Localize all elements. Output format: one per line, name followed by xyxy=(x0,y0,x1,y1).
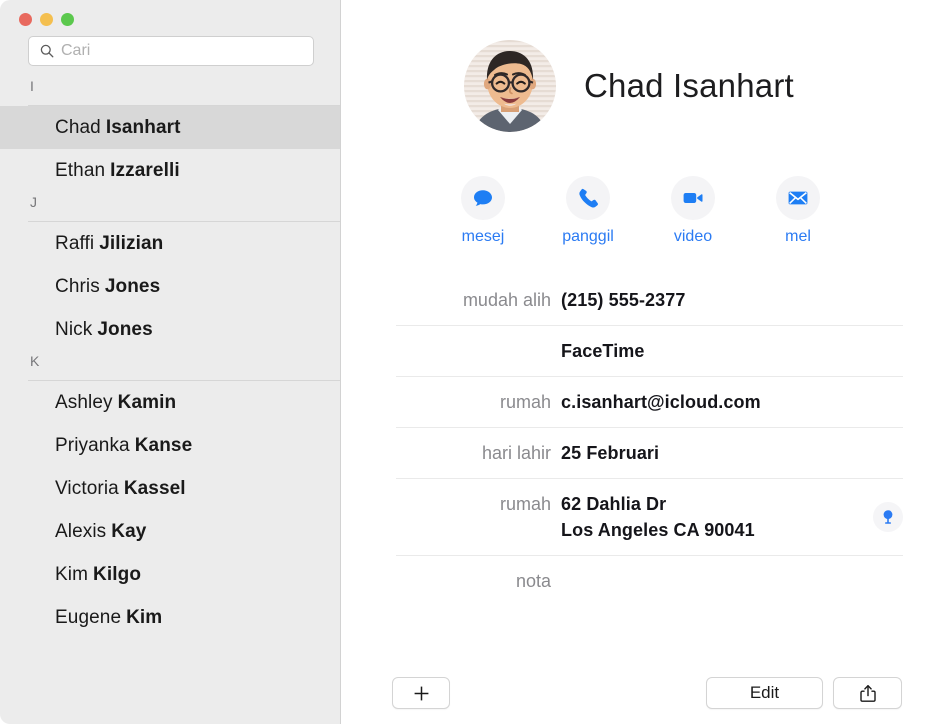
envelope-icon xyxy=(788,191,808,205)
close-button[interactable] xyxy=(19,13,32,26)
contact-header: Chad Isanhart xyxy=(341,0,931,132)
field-row-notes[interactable]: nota xyxy=(396,556,903,606)
contact-row-ethan-izzarelli[interactable]: Ethan Izzarelli xyxy=(0,149,340,192)
map-pin-icon xyxy=(883,510,893,524)
section-header-i: I xyxy=(0,76,340,106)
traffic-lights xyxy=(0,0,340,26)
contact-first-name: Kim xyxy=(55,563,89,585)
contact-row-priyanka-kanse[interactable]: Priyanka Kanse xyxy=(0,424,340,467)
sidebar: I Chad Isanhart Ethan Izzarelli J Raffi … xyxy=(0,0,341,724)
contact-first-name: Ashley xyxy=(55,391,113,413)
contact-last-name: Isanhart xyxy=(105,116,181,138)
action-call-label: panggil xyxy=(562,228,614,245)
field-label: rumah xyxy=(499,392,551,412)
contact-last-name: Kay xyxy=(111,520,147,542)
search-input[interactable] xyxy=(61,42,313,60)
video-camera-icon xyxy=(683,193,703,203)
contact-first-name: Victoria xyxy=(55,477,119,499)
action-call[interactable]: panggil xyxy=(562,176,614,246)
share-icon xyxy=(859,684,876,702)
contact-last-name: Kassel xyxy=(123,477,186,499)
field-value[interactable]: FaceTime xyxy=(561,338,903,364)
contact-detail-pane: Chad Isanhart mesej panggil video mel mu… xyxy=(341,0,931,724)
add-contact-button[interactable] xyxy=(392,677,450,709)
contact-row-victoria-kassel[interactable]: Victoria Kassel xyxy=(0,467,340,510)
field-row-email-home[interactable]: rumah c.isanhart@icloud.com xyxy=(396,377,903,428)
field-label: nota xyxy=(515,571,551,591)
action-message-label: mesej xyxy=(461,228,505,245)
action-video-label: video xyxy=(673,228,713,245)
message-icon xyxy=(474,190,492,206)
contact-row-kim-kilgo[interactable]: Kim Kilgo xyxy=(0,553,340,596)
field-label: mudah alih xyxy=(462,290,551,310)
action-video[interactable]: video xyxy=(671,176,715,246)
field-row-address-home[interactable]: rumah 62 Dahlia Dr Los Angeles CA 90041 xyxy=(396,479,903,556)
action-video-circle[interactable] xyxy=(671,176,715,220)
contact-row-raffi-jilizian[interactable]: Raffi Jilizian xyxy=(0,222,340,265)
contacts-window: I Chad Isanhart Ethan Izzarelli J Raffi … xyxy=(0,0,931,724)
action-call-circle[interactable] xyxy=(566,176,610,220)
contact-list[interactable]: I Chad Isanhart Ethan Izzarelli J Raffi … xyxy=(0,76,340,724)
action-message-circle[interactable] xyxy=(461,176,505,220)
contact-first-name: Chad xyxy=(55,116,101,138)
section-header-j: J xyxy=(0,192,340,222)
action-mail[interactable]: mel xyxy=(776,176,820,246)
contact-last-name: Kamin xyxy=(117,391,177,413)
search-icon xyxy=(40,44,54,58)
contact-first-name: Nick xyxy=(55,318,93,340)
contact-last-name: Kilgo xyxy=(93,563,142,585)
quick-actions: mesej panggil video mel xyxy=(341,176,931,246)
field-value[interactable]: (215) 555-2377 xyxy=(561,287,903,313)
field-row-facetime[interactable]: FaceTime xyxy=(396,326,903,377)
address-line-1: 62 Dahlia Dr xyxy=(561,494,667,514)
contact-last-name: Kanse xyxy=(134,434,193,456)
contact-last-name: Jones xyxy=(104,275,161,297)
section-letter: K xyxy=(30,353,40,369)
search-box[interactable] xyxy=(28,36,314,66)
minimize-button[interactable] xyxy=(40,13,53,26)
contact-row-eugene-kim[interactable]: Eugene Kim xyxy=(0,596,340,639)
map-pin-button[interactable] xyxy=(873,502,903,532)
phone-icon xyxy=(579,188,598,208)
plus-icon xyxy=(414,686,428,700)
contact-row-nick-jones[interactable]: Nick Jones xyxy=(0,308,340,351)
section-letter: J xyxy=(30,194,37,210)
search-field-wrapper xyxy=(0,26,340,66)
section-header-k: K xyxy=(0,351,340,381)
field-value[interactable]: c.isanhart@icloud.com xyxy=(561,389,903,415)
contact-first-name: Eugene xyxy=(55,606,122,628)
bottom-toolbar: Edit xyxy=(341,662,931,724)
field-label: rumah xyxy=(499,494,551,514)
contact-row-chad-isanhart[interactable]: Chad Isanhart xyxy=(0,106,340,149)
field-row-birthday[interactable]: hari lahir 25 Februari xyxy=(396,428,903,479)
field-row-mobile[interactable]: mudah alih (215) 555-2377 xyxy=(396,275,903,326)
field-value[interactable]: 25 Februari xyxy=(561,440,903,466)
contact-first-name: Alexis xyxy=(55,520,107,542)
contact-fields: mudah alih (215) 555-2377 FaceTime rumah… xyxy=(341,275,931,606)
contact-first-name: Raffi xyxy=(55,232,95,254)
action-message[interactable]: mesej xyxy=(461,176,505,246)
contact-row-alexis-kay[interactable]: Alexis Kay xyxy=(0,510,340,553)
contact-last-name: Izzarelli xyxy=(110,159,180,181)
contact-first-name: Ethan xyxy=(55,159,106,181)
avatar[interactable] xyxy=(464,40,556,132)
action-mail-label: mel xyxy=(785,228,811,245)
action-mail-circle[interactable] xyxy=(776,176,820,220)
field-label: hari lahir xyxy=(481,443,551,463)
contact-row-ashley-kamin[interactable]: Ashley Kamin xyxy=(0,381,340,424)
edit-button[interactable]: Edit xyxy=(706,677,823,709)
field-value[interactable]: 62 Dahlia Dr Los Angeles CA 90041 xyxy=(561,491,865,543)
zoom-button[interactable] xyxy=(61,13,74,26)
contact-first-name: Chris xyxy=(55,275,100,297)
page-title: Chad Isanhart xyxy=(584,67,794,104)
contact-last-name: Kim xyxy=(126,606,163,628)
address-line-2: Los Angeles CA 90041 xyxy=(561,520,755,540)
contact-last-name: Jones xyxy=(97,318,153,340)
section-letter: I xyxy=(30,78,34,94)
contact-row-chris-jones[interactable]: Chris Jones xyxy=(0,265,340,308)
contact-last-name: Jilizian xyxy=(99,232,164,254)
share-button[interactable] xyxy=(833,677,902,709)
contact-photo-icon xyxy=(464,40,556,132)
contact-first-name: Priyanka xyxy=(55,434,130,456)
